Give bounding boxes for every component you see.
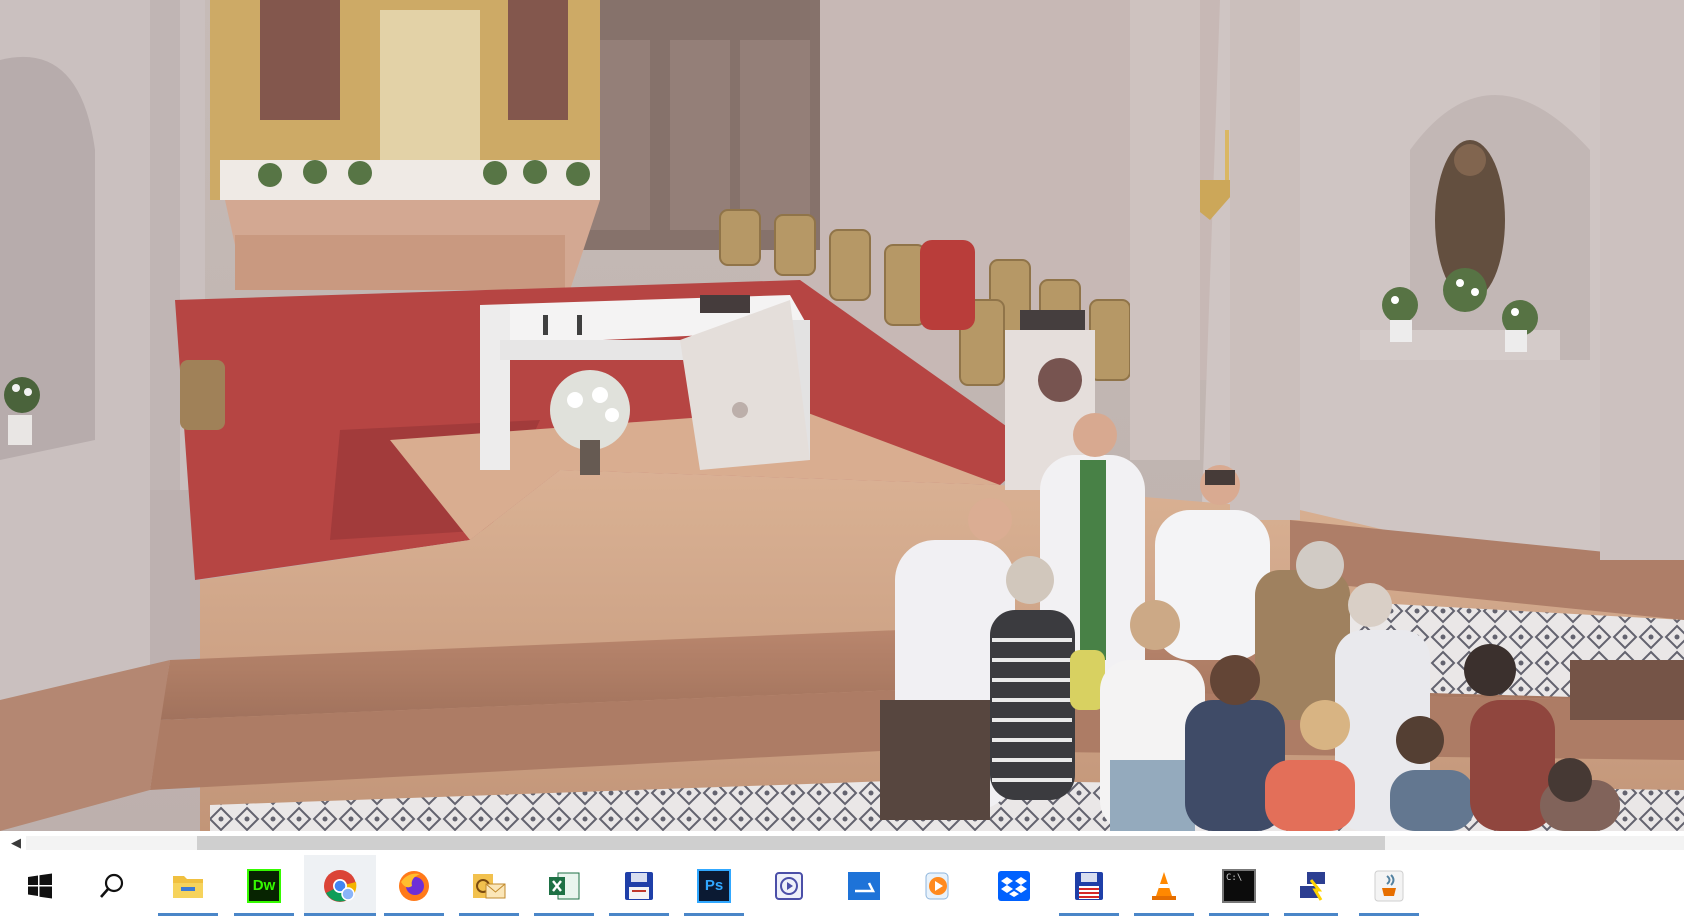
taskbar-save-utility[interactable] bbox=[609, 855, 669, 916]
video-app-icon bbox=[772, 869, 806, 903]
taskbar-firefox[interactable] bbox=[384, 855, 444, 916]
terminal-icon: C:\ bbox=[1222, 868, 1256, 903]
taskbar-command-prompt[interactable]: C:\ bbox=[1209, 855, 1269, 916]
taskbar-media-player[interactable] bbox=[909, 855, 969, 916]
dreamweaver-icon: Dw bbox=[247, 868, 281, 903]
excel-icon bbox=[547, 869, 581, 903]
network-icon bbox=[1297, 869, 1331, 903]
vlc-cone-icon bbox=[1147, 869, 1181, 903]
taskbar-java[interactable] bbox=[1359, 855, 1419, 916]
chrome-icon bbox=[323, 869, 357, 903]
church-livestream-image bbox=[0, 0, 1684, 831]
scrollbar-thumb[interactable] bbox=[197, 836, 1385, 850]
taskbar-file-explorer[interactable] bbox=[158, 855, 218, 916]
firefox-icon bbox=[397, 869, 431, 903]
floppy-disk-flag-icon bbox=[1072, 869, 1106, 903]
taskbar-video-app[interactable] bbox=[759, 855, 819, 916]
floppy-disk-icon bbox=[622, 869, 656, 903]
taskbar-photoshop[interactable]: Ps bbox=[684, 855, 744, 916]
java-icon bbox=[1372, 869, 1406, 903]
outlook-mail-icon bbox=[472, 869, 506, 903]
taskbar-outlook[interactable] bbox=[459, 855, 519, 916]
windows-taskbar: Dw Ps C:\ bbox=[0, 855, 1684, 916]
search-icon bbox=[95, 869, 129, 903]
start-button[interactable] bbox=[10, 855, 70, 916]
media-player-icon bbox=[922, 869, 956, 903]
horizontal-scrollbar[interactable]: ◀ bbox=[0, 831, 1684, 855]
taskbar-dropbox[interactable] bbox=[984, 855, 1044, 916]
taskbar-save-utility-2[interactable] bbox=[1059, 855, 1119, 916]
taskbar-scanner[interactable] bbox=[834, 855, 894, 916]
search-button[interactable] bbox=[82, 855, 142, 916]
taskbar-network-tool[interactable] bbox=[1284, 855, 1344, 916]
camera-view bbox=[0, 0, 1684, 831]
photoshop-icon: Ps bbox=[697, 868, 731, 903]
taskbar-dreamweaver[interactable]: Dw bbox=[234, 855, 294, 916]
dropbox-icon bbox=[997, 869, 1031, 903]
taskbar-vlc[interactable] bbox=[1134, 855, 1194, 916]
taskbar-excel[interactable] bbox=[534, 855, 594, 916]
windows-logo-icon bbox=[23, 869, 57, 903]
scanner-icon bbox=[847, 869, 881, 903]
scroll-left-arrow[interactable]: ◀ bbox=[4, 831, 28, 855]
folder-icon bbox=[171, 869, 205, 903]
taskbar-chrome[interactable] bbox=[304, 855, 376, 916]
